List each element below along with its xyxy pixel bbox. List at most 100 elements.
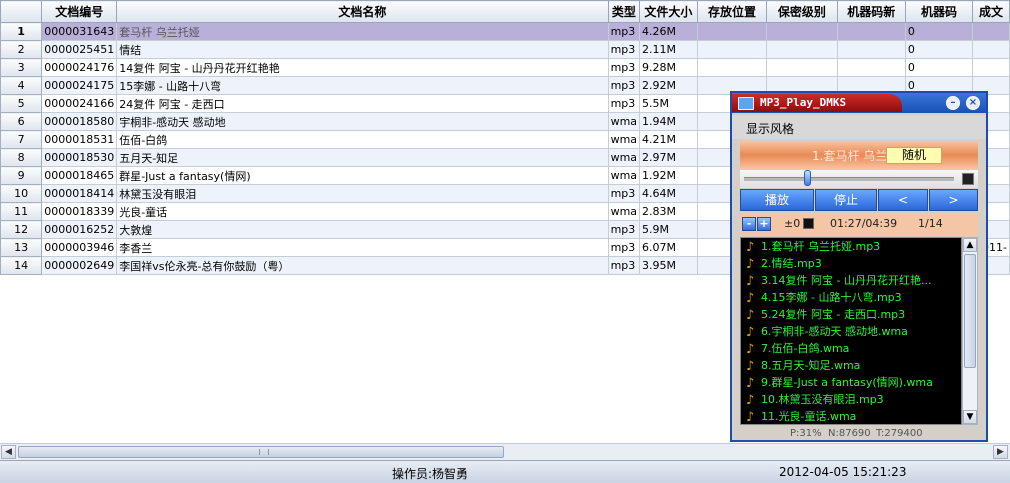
playlist-item[interactable]: ♪ 2.情结.mp3 [741, 255, 961, 272]
col-header-code[interactable]: 机器码 [904, 0, 973, 23]
col-header-type[interactable]: 类型 [607, 0, 641, 23]
machine-code-new-cell[interactable] [836, 40, 906, 59]
playlist-scroll-down-button[interactable]: ▼ [963, 410, 977, 424]
doc-id-cell[interactable]: 0000018465 [41, 166, 118, 185]
extra-cell[interactable] [971, 22, 1010, 41]
file-size-cell[interactable]: 3.95M [639, 256, 698, 275]
doc-id-cell[interactable]: 0000024175 [41, 76, 118, 95]
col-header-name[interactable]: 文档名称 [116, 0, 609, 23]
row-number-cell[interactable]: 1 [0, 22, 43, 41]
playlist-scroll-thumb[interactable] [964, 254, 976, 368]
doc-id-cell[interactable]: 0000018339 [41, 202, 118, 221]
doc-id-cell[interactable]: 0000018414 [41, 184, 118, 203]
row-number-cell[interactable]: 5 [0, 94, 43, 113]
horizontal-scrollbar[interactable]: ◀ ▶ [0, 443, 1010, 460]
doc-name-cell[interactable]: 五月天-知足 [116, 148, 609, 167]
doc-id-cell[interactable]: 0000003946 [41, 238, 118, 257]
col-header-id[interactable]: 文档编号 [41, 0, 118, 23]
security-level-cell[interactable] [766, 40, 838, 59]
seek-bar[interactable] [740, 170, 978, 188]
doc-id-cell[interactable]: 0000018530 [41, 148, 118, 167]
table-row[interactable]: 1 0000031643 套马杆 乌兰托娅 mp3 4.26M 0 [0, 22, 1010, 41]
doc-name-cell[interactable]: 24复件 阿宝 - 走西口 [116, 94, 609, 113]
playlist-item[interactable]: ♪ 3.14复件 阿宝 - 山丹丹花开红艳... [741, 272, 961, 289]
file-size-cell[interactable]: 4.64M [639, 184, 698, 203]
machine-code-cell[interactable]: 0 [904, 58, 973, 77]
row-number-cell[interactable]: 11 [0, 202, 43, 221]
volume-up-button[interactable]: + [757, 217, 771, 231]
doc-id-cell[interactable]: 0000025451 [41, 40, 118, 59]
file-type-cell[interactable]: wma [607, 166, 641, 185]
playlist-item[interactable]: ♪ 5.24复件 阿宝 - 走西口.mp3 [741, 306, 961, 323]
minimize-button[interactable]: – [946, 96, 960, 110]
location-cell[interactable] [696, 40, 768, 59]
location-cell[interactable] [696, 58, 768, 77]
doc-name-cell[interactable]: 李国祥vs伦永亮-总有你鼓励（粤） [116, 256, 609, 275]
extra-cell[interactable] [971, 40, 1010, 59]
seek-knob[interactable] [804, 170, 811, 186]
table-row[interactable]: 2 0000025451 情结 mp3 2.11M 0 [0, 40, 1010, 59]
row-number-cell[interactable]: 2 [0, 40, 43, 59]
playlist-scrollbar[interactable]: ▲ ▼ [962, 237, 978, 425]
machine-code-new-cell[interactable] [836, 58, 906, 77]
playlist-item[interactable]: ♪ 8.五月天-知足.wma [741, 357, 961, 374]
file-type-cell[interactable]: wma [607, 112, 641, 131]
player-titlebar[interactable]: MP3_Play_DMKS – × [732, 93, 986, 113]
stop-button[interactable]: 停止 [815, 189, 877, 211]
scroll-left-button[interactable]: ◀ [1, 445, 16, 459]
playlist-item[interactable]: ♪ 11.光良-童话.wma [741, 408, 961, 424]
file-type-cell[interactable]: wma [607, 202, 641, 221]
playlist-item[interactable]: ♪ 9.群星-Just a fantasy(情网).wma [741, 374, 961, 391]
machine-code-cell[interactable]: 0 [904, 40, 973, 59]
file-size-cell[interactable]: 1.94M [639, 112, 698, 131]
file-size-cell[interactable]: 2.83M [639, 202, 698, 221]
file-size-cell[interactable]: 2.92M [639, 76, 698, 95]
machine-code-new-cell[interactable] [836, 22, 906, 41]
file-type-cell[interactable]: mp3 [607, 22, 641, 41]
row-number-cell[interactable]: 13 [0, 238, 43, 257]
playlist-item[interactable]: ♪ 4.15李娜 - 山路十八弯.mp3 [741, 289, 961, 306]
doc-id-cell[interactable]: 0000031643 [41, 22, 118, 41]
doc-name-cell[interactable]: 伍佰-白鸽 [116, 130, 609, 149]
file-size-cell[interactable]: 5.5M [639, 94, 698, 113]
mute-icon[interactable] [803, 218, 814, 229]
previous-button[interactable]: < [878, 189, 928, 211]
file-size-cell[interactable]: 5.9M [639, 220, 698, 239]
display-style-menu[interactable]: 显示风格 [746, 120, 794, 137]
doc-name-cell[interactable]: 李香兰 [116, 238, 609, 257]
close-button[interactable]: × [966, 96, 980, 110]
next-button[interactable]: > [929, 189, 978, 211]
file-type-cell[interactable]: mp3 [607, 76, 641, 95]
row-number-cell[interactable]: 14 [0, 256, 43, 275]
file-type-cell[interactable]: mp3 [607, 40, 641, 59]
security-level-cell[interactable] [766, 58, 838, 77]
doc-name-cell[interactable]: 大敦煌 [116, 220, 609, 239]
file-size-cell[interactable]: 2.11M [639, 40, 698, 59]
col-header-extra[interactable]: 成文 [971, 0, 1010, 23]
playlist-item[interactable]: ♪ 7.伍佰-白鸽.wma [741, 340, 961, 357]
file-size-cell[interactable]: 6.07M [639, 238, 698, 257]
extra-cell[interactable] [971, 58, 1010, 77]
play-mode-button[interactable]: 随机 [886, 147, 942, 164]
col-header-location[interactable]: 存放位置 [696, 0, 768, 23]
playlist-scroll-up-button[interactable]: ▲ [963, 238, 977, 252]
file-type-cell[interactable]: mp3 [607, 58, 641, 77]
file-type-cell[interactable]: wma [607, 130, 641, 149]
file-size-cell[interactable]: 2.97M [639, 148, 698, 167]
row-number-cell[interactable]: 4 [0, 76, 43, 95]
file-type-cell[interactable]: mp3 [607, 184, 641, 203]
doc-id-cell[interactable]: 0000018531 [41, 130, 118, 149]
doc-name-cell[interactable]: 14复件 阿宝 - 山丹丹花开红艳艳 [116, 58, 609, 77]
volume-down-button[interactable]: - [742, 217, 756, 231]
file-size-cell[interactable]: 4.21M [639, 130, 698, 149]
location-cell[interactable] [696, 22, 768, 41]
doc-id-cell[interactable]: 0000024176 [41, 58, 118, 77]
row-number-cell[interactable]: 12 [0, 220, 43, 239]
doc-name-cell[interactable]: 林黛玉没有眼泪 [116, 184, 609, 203]
horizontal-scroll-thumb[interactable] [18, 446, 504, 458]
doc-id-cell[interactable]: 0000002649 [41, 256, 118, 275]
machine-code-cell[interactable]: 0 [904, 22, 973, 41]
play-button[interactable]: 播放 [740, 189, 814, 211]
doc-name-cell[interactable]: 群星-Just a fantasy(情网) [116, 166, 609, 185]
playlist-item[interactable]: ♪ 10.林黛玉没有眼泪.mp3 [741, 391, 961, 408]
